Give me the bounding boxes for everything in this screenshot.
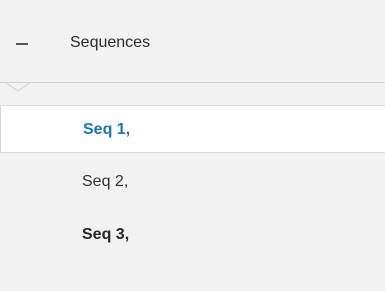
selection-pointer-notch [0, 82, 40, 94]
minus-icon[interactable] [16, 38, 28, 50]
tree-item-seq-2[interactable]: Seq 2, [0, 158, 385, 206]
sequence-tree-panel: Sequences Seq 1, Seq 2, Seq 3, [0, 0, 385, 291]
sequences-group-header[interactable]: Sequences [0, 0, 385, 83]
group-label: Sequences [70, 34, 151, 51]
tree-item-label: Seq 1, [83, 121, 131, 138]
tree-item-label: Seq 2, [82, 173, 129, 190]
tree-item-seq-1[interactable]: Seq 1, [0, 105, 385, 153]
tree-item-label: Seq 3, [82, 226, 130, 243]
tree-item-seq-3[interactable]: Seq 3, [0, 211, 385, 259]
